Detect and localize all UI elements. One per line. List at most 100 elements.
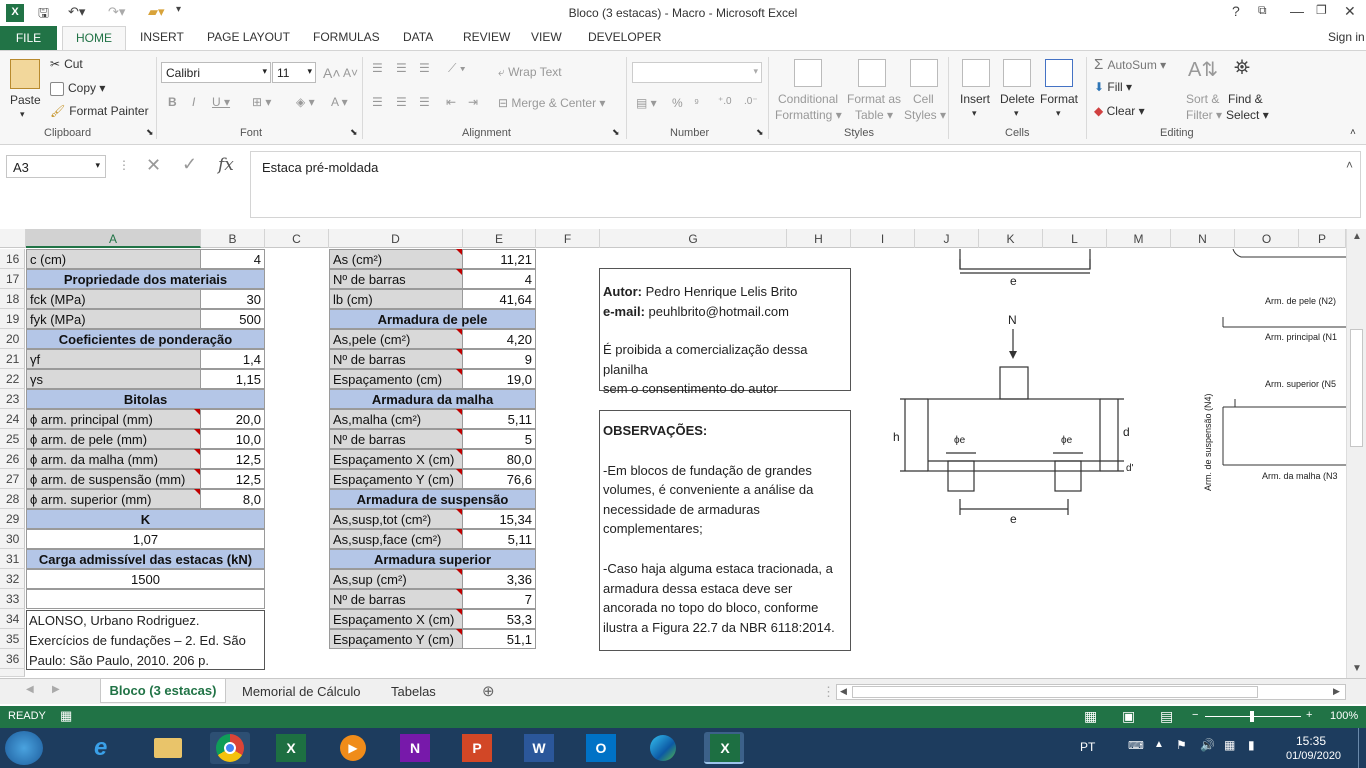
tab-data[interactable]: DATA: [403, 30, 433, 44]
collapse-formula-bar-icon[interactable]: ˄: [1346, 158, 1353, 172]
cell-d20[interactable]: As,pele (cm²): [329, 329, 463, 349]
paste-button[interactable]: Paste: [10, 93, 41, 107]
number-format-combo[interactable]: ▾: [632, 62, 762, 83]
cell-e34[interactable]: 53,3: [462, 609, 536, 629]
font-launcher-icon[interactable]: ⬊: [350, 127, 358, 138]
show-desktop-button[interactable]: [1358, 728, 1366, 768]
align-right-icon[interactable]: ☰: [419, 95, 430, 109]
outlook-icon[interactable]: O: [582, 732, 622, 764]
macro-record-icon[interactable]: ▦: [60, 708, 72, 724]
sheet-tab-bloco[interactable]: Bloco (3 estacas): [100, 679, 226, 703]
cell-e16[interactable]: 11,21: [462, 249, 536, 269]
column-header-l[interactable]: L: [1043, 229, 1107, 248]
cell-e20[interactable]: 4,20: [462, 329, 536, 349]
font-size-combo[interactable]: 11 ▾: [272, 62, 316, 83]
orientation-icon[interactable]: ⟋ ▾: [448, 61, 466, 76]
cell-d30[interactable]: As,susp,face (cm²): [329, 529, 463, 549]
tab-page-layout[interactable]: PAGE LAYOUT: [207, 30, 290, 44]
cut-button[interactable]: ✂ Cut: [50, 57, 83, 71]
format-cells-button[interactable]: Format: [1040, 92, 1078, 106]
cell-e30[interactable]: 5,11: [462, 529, 536, 549]
column-header-j[interactable]: J: [915, 229, 979, 248]
keyboard-icon[interactable]: ⌨: [1128, 739, 1144, 752]
row-header-36[interactable]: 36: [0, 649, 25, 669]
tab-review[interactable]: REVIEW: [463, 30, 510, 44]
format-painter-button[interactable]: 🖌 Format Painter: [50, 104, 149, 118]
cell-b26[interactable]: 12,5: [200, 449, 265, 469]
delete-cells-button[interactable]: Delete: [1000, 92, 1035, 106]
cell-a27[interactable]: ϕ arm. de suspensão (mm): [26, 469, 201, 489]
cell-d19[interactable]: Armadura de pele: [329, 309, 536, 329]
row-header-23[interactable]: 23: [0, 389, 25, 409]
cell-b21[interactable]: 1,4: [200, 349, 265, 369]
comma-style-icon[interactable]: ⁹: [694, 96, 699, 110]
insert-cells-button[interactable]: Insert: [960, 92, 990, 106]
powerpoint-icon[interactable]: P: [458, 732, 498, 764]
column-header-i[interactable]: I: [851, 229, 915, 248]
cell-a20[interactable]: Coeficientes de ponderação: [26, 329, 265, 349]
cell-e35[interactable]: 51,1: [462, 629, 536, 649]
network-icon[interactable]: ▦: [1224, 738, 1235, 752]
select-all-corner[interactable]: [0, 229, 26, 248]
align-bottom-icon[interactable]: ☰: [419, 61, 430, 75]
insert-function-icon[interactable]: fx: [218, 155, 234, 175]
accounting-format-icon[interactable]: ▤ ▾: [636, 96, 657, 110]
column-header-a[interactable]: A: [26, 229, 201, 248]
cell-a23[interactable]: Bitolas: [26, 389, 265, 409]
name-box[interactable]: A3 ▾: [6, 155, 106, 178]
row-header-18[interactable]: 18: [0, 289, 25, 309]
cell-a25[interactable]: ϕ arm. de pele (mm): [26, 429, 201, 449]
normal-view-icon[interactable]: ▦: [1084, 708, 1097, 725]
cell-b24[interactable]: 20,0: [200, 409, 265, 429]
cell-a29[interactable]: K: [26, 509, 265, 529]
increase-font-icon[interactable]: A˄: [323, 65, 341, 81]
borders-icon[interactable]: ⊞ ▾: [252, 95, 271, 109]
cell-d17[interactable]: Nº de barras: [329, 269, 463, 289]
formula-input[interactable]: Estaca pré-moldada: [250, 151, 1361, 218]
row-header-16[interactable]: 16: [0, 249, 25, 269]
font-name-combo[interactable]: Calibri ▾: [161, 62, 271, 83]
cell-a31[interactable]: Carga admissível das estacas (kN): [26, 549, 265, 569]
row-header-34[interactable]: 34: [0, 609, 25, 629]
italic-icon[interactable]: I: [192, 95, 195, 109]
sign-in-link[interactable]: Sign in: [1328, 30, 1365, 44]
enter-icon[interactable]: ✓: [182, 154, 197, 175]
column-header-e[interactable]: E: [463, 229, 536, 248]
cell-e24[interactable]: 5,11: [462, 409, 536, 429]
page-break-view-icon[interactable]: ▤: [1160, 708, 1173, 725]
split-handle-icon[interactable]: ⋮: [822, 684, 835, 700]
tab-formulas[interactable]: FORMULAS: [313, 30, 380, 44]
column-header-d[interactable]: D: [329, 229, 463, 248]
cell-b18[interactable]: 30: [200, 289, 265, 309]
cell-d34[interactable]: Espaçamento X (cm): [329, 609, 463, 629]
cell-d21[interactable]: Nº de barras: [329, 349, 463, 369]
excel-taskbar-icon[interactable]: X: [272, 732, 312, 764]
cell-e32[interactable]: 3,36: [462, 569, 536, 589]
cell-d16[interactable]: As (cm²): [329, 249, 463, 269]
decrease-font-icon[interactable]: A˅: [343, 66, 358, 80]
cell-a26[interactable]: ϕ arm. da malha (mm): [26, 449, 201, 469]
row-header-31[interactable]: 31: [0, 549, 25, 569]
collapse-ribbon-icon[interactable]: ˄: [1350, 127, 1356, 138]
language-indicator[interactable]: PT: [1080, 740, 1095, 754]
number-launcher-icon[interactable]: ⬊: [756, 127, 764, 138]
column-header-f[interactable]: F: [536, 229, 600, 248]
scroll-up-icon[interactable]: ▲: [1352, 231, 1362, 242]
cell-a18[interactable]: fck (MPa): [26, 289, 201, 309]
cell-b19[interactable]: 500: [200, 309, 265, 329]
decrease-decimal-icon[interactable]: .0⁻: [744, 96, 758, 107]
cell-e18[interactable]: 41,64: [462, 289, 536, 309]
cell-a33[interactable]: [26, 589, 265, 609]
author-text-box[interactable]: Autor: Pedro Henrique Lelis Brito e-mail…: [599, 268, 851, 396]
format-as-table-button[interactable]: Format as: [847, 92, 901, 106]
row-header-30[interactable]: 30: [0, 529, 25, 549]
column-header-o[interactable]: O: [1235, 229, 1299, 248]
cell-a16[interactable]: c (cm): [26, 249, 201, 269]
cell-d25[interactable]: Nº de barras: [329, 429, 463, 449]
help-icon[interactable]: ?: [1232, 3, 1240, 19]
align-center-icon[interactable]: ☰: [396, 95, 407, 109]
cell-e22[interactable]: 19,0: [462, 369, 536, 389]
flag-icon[interactable]: ⚑: [1176, 738, 1187, 752]
cell-d27[interactable]: Espaçamento Y (cm): [329, 469, 463, 489]
start-button-icon[interactable]: [5, 731, 43, 765]
